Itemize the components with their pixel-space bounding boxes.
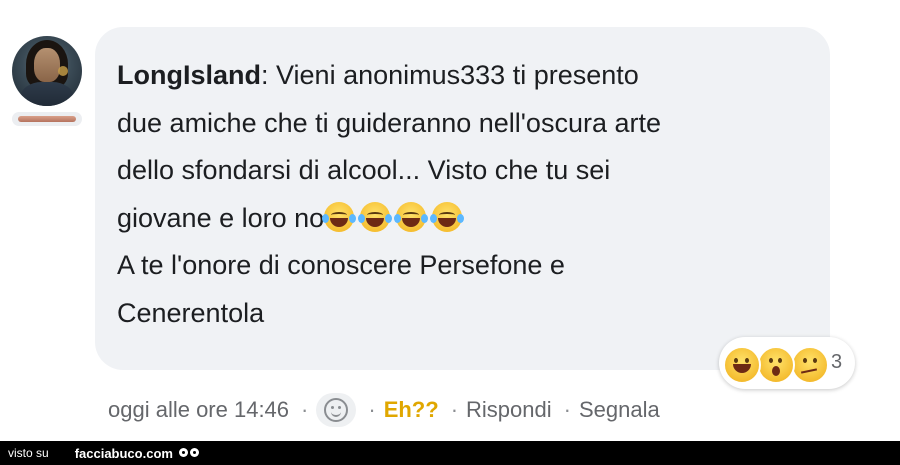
author-separator: :: [261, 60, 269, 90]
avatar-glow: [58, 66, 68, 76]
badge-bar: [18, 116, 76, 122]
separator-dot: ·: [301, 397, 309, 422]
comment-line-2: due amiche che ti guideranno nell'oscura…: [117, 107, 661, 138]
tears-of-joy-icon: [358, 201, 393, 232]
laughing-icon: [723, 346, 761, 384]
reaction-count: 3: [831, 351, 843, 373]
comment-line-4: giovane e loro no: [117, 195, 807, 243]
comment-line-6: Cenerentola: [117, 297, 265, 328]
eyes-logo-icon: [178, 446, 203, 460]
smiley-outline-icon: [324, 398, 349, 422]
tears-of-joy-icon: [322, 201, 357, 232]
report-link[interactable]: Segnala: [579, 397, 660, 423]
comment-line-1-text: Vieni anonimus333 ti presento: [268, 60, 639, 90]
separator-dot: ·: [563, 397, 571, 422]
separator-dot: ·: [450, 397, 459, 422]
visto-su-label: visto su: [8, 446, 49, 460]
react-button[interactable]: [316, 393, 357, 427]
avatar-body: [20, 82, 74, 106]
timestamp[interactable]: oggi alle ore 14:46: [108, 397, 289, 423]
comment-line-1: LongIsland: Vieni anonimus333 ti present…: [117, 52, 807, 100]
comment-actions: oggi alle ore 14:46 · · Eh?? · Rispondi …: [108, 393, 660, 427]
author-avatar[interactable]: [12, 36, 82, 106]
site-name[interactable]: facciabuco.com: [75, 446, 173, 461]
comment-text: LongIsland: Vieni anonimus333 ti present…: [117, 52, 807, 337]
comment-line-4-text: giovane e loro no: [117, 202, 325, 233]
comment-line-5: A te l'onore di conoscere Persefone e: [117, 250, 565, 280]
tears-of-joy-icon: [394, 201, 429, 232]
wow-icon: [757, 346, 795, 384]
selected-reaction[interactable]: Eh??: [384, 397, 439, 423]
tears-of-joy-icon: [430, 201, 465, 232]
author-name[interactable]: LongIsland: [117, 60, 261, 90]
avatar-face: [34, 48, 60, 82]
comment-line-3: dello sfondarsi di alcool... Visto che t…: [117, 155, 611, 185]
thinking-icon: [791, 346, 829, 384]
reply-link[interactable]: Rispondi: [466, 397, 552, 423]
author-badge: [12, 112, 82, 126]
reactions-summary[interactable]: 3: [719, 337, 855, 389]
separator-dot: ·: [368, 397, 376, 422]
watermark-bar: visto su facciabuco.com: [0, 441, 900, 465]
